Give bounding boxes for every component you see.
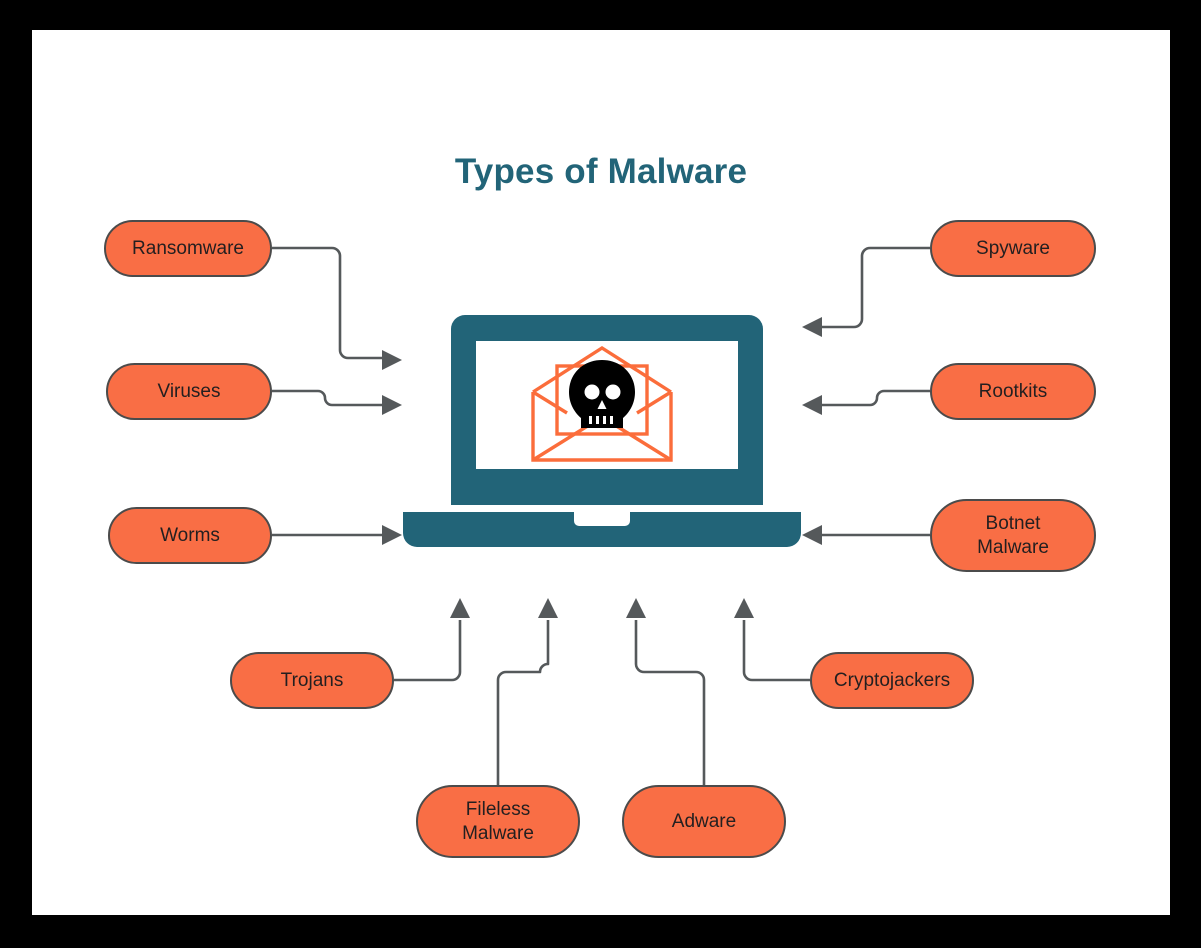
node-spyware[interactable]: Spyware bbox=[930, 220, 1096, 277]
node-rootkits[interactable]: Rootkits bbox=[930, 363, 1096, 420]
laptop-base bbox=[403, 512, 801, 547]
node-label-rootkits: Rootkits bbox=[978, 380, 1048, 402]
node-worms[interactable]: Worms bbox=[108, 507, 272, 564]
node-cryptojackers[interactable]: Cryptojackers bbox=[810, 652, 974, 709]
node-label-viruses: Viruses bbox=[157, 380, 221, 402]
node-label-fileless: Fileless Malware bbox=[462, 799, 534, 844]
node-fileless[interactable]: Fileless Malware bbox=[416, 785, 580, 858]
node-label-botnet: Botnet Malware bbox=[977, 513, 1049, 558]
node-label-trojans: Trojans bbox=[280, 669, 344, 691]
node-viruses[interactable]: Viruses bbox=[106, 363, 272, 420]
node-adware[interactable]: Adware bbox=[622, 785, 786, 858]
image-frame: Types of Malware Ransomware Viruses Worm… bbox=[0, 0, 1201, 948]
node-label-spyware: Spyware bbox=[976, 237, 1050, 259]
node-label-adware: Adware bbox=[671, 810, 737, 832]
node-label-worms: Worms bbox=[160, 524, 220, 546]
node-botnet[interactable]: Botnet Malware bbox=[930, 499, 1096, 572]
laptop-illustration bbox=[403, 315, 801, 547]
diagram-card: Types of Malware Ransomware Viruses Worm… bbox=[32, 30, 1170, 915]
node-label-cryptojackers: Cryptojackers bbox=[833, 669, 951, 691]
node-ransomware[interactable]: Ransomware bbox=[104, 220, 272, 277]
node-trojans[interactable]: Trojans bbox=[230, 652, 394, 709]
node-label-ransomware: Ransomware bbox=[132, 237, 244, 259]
